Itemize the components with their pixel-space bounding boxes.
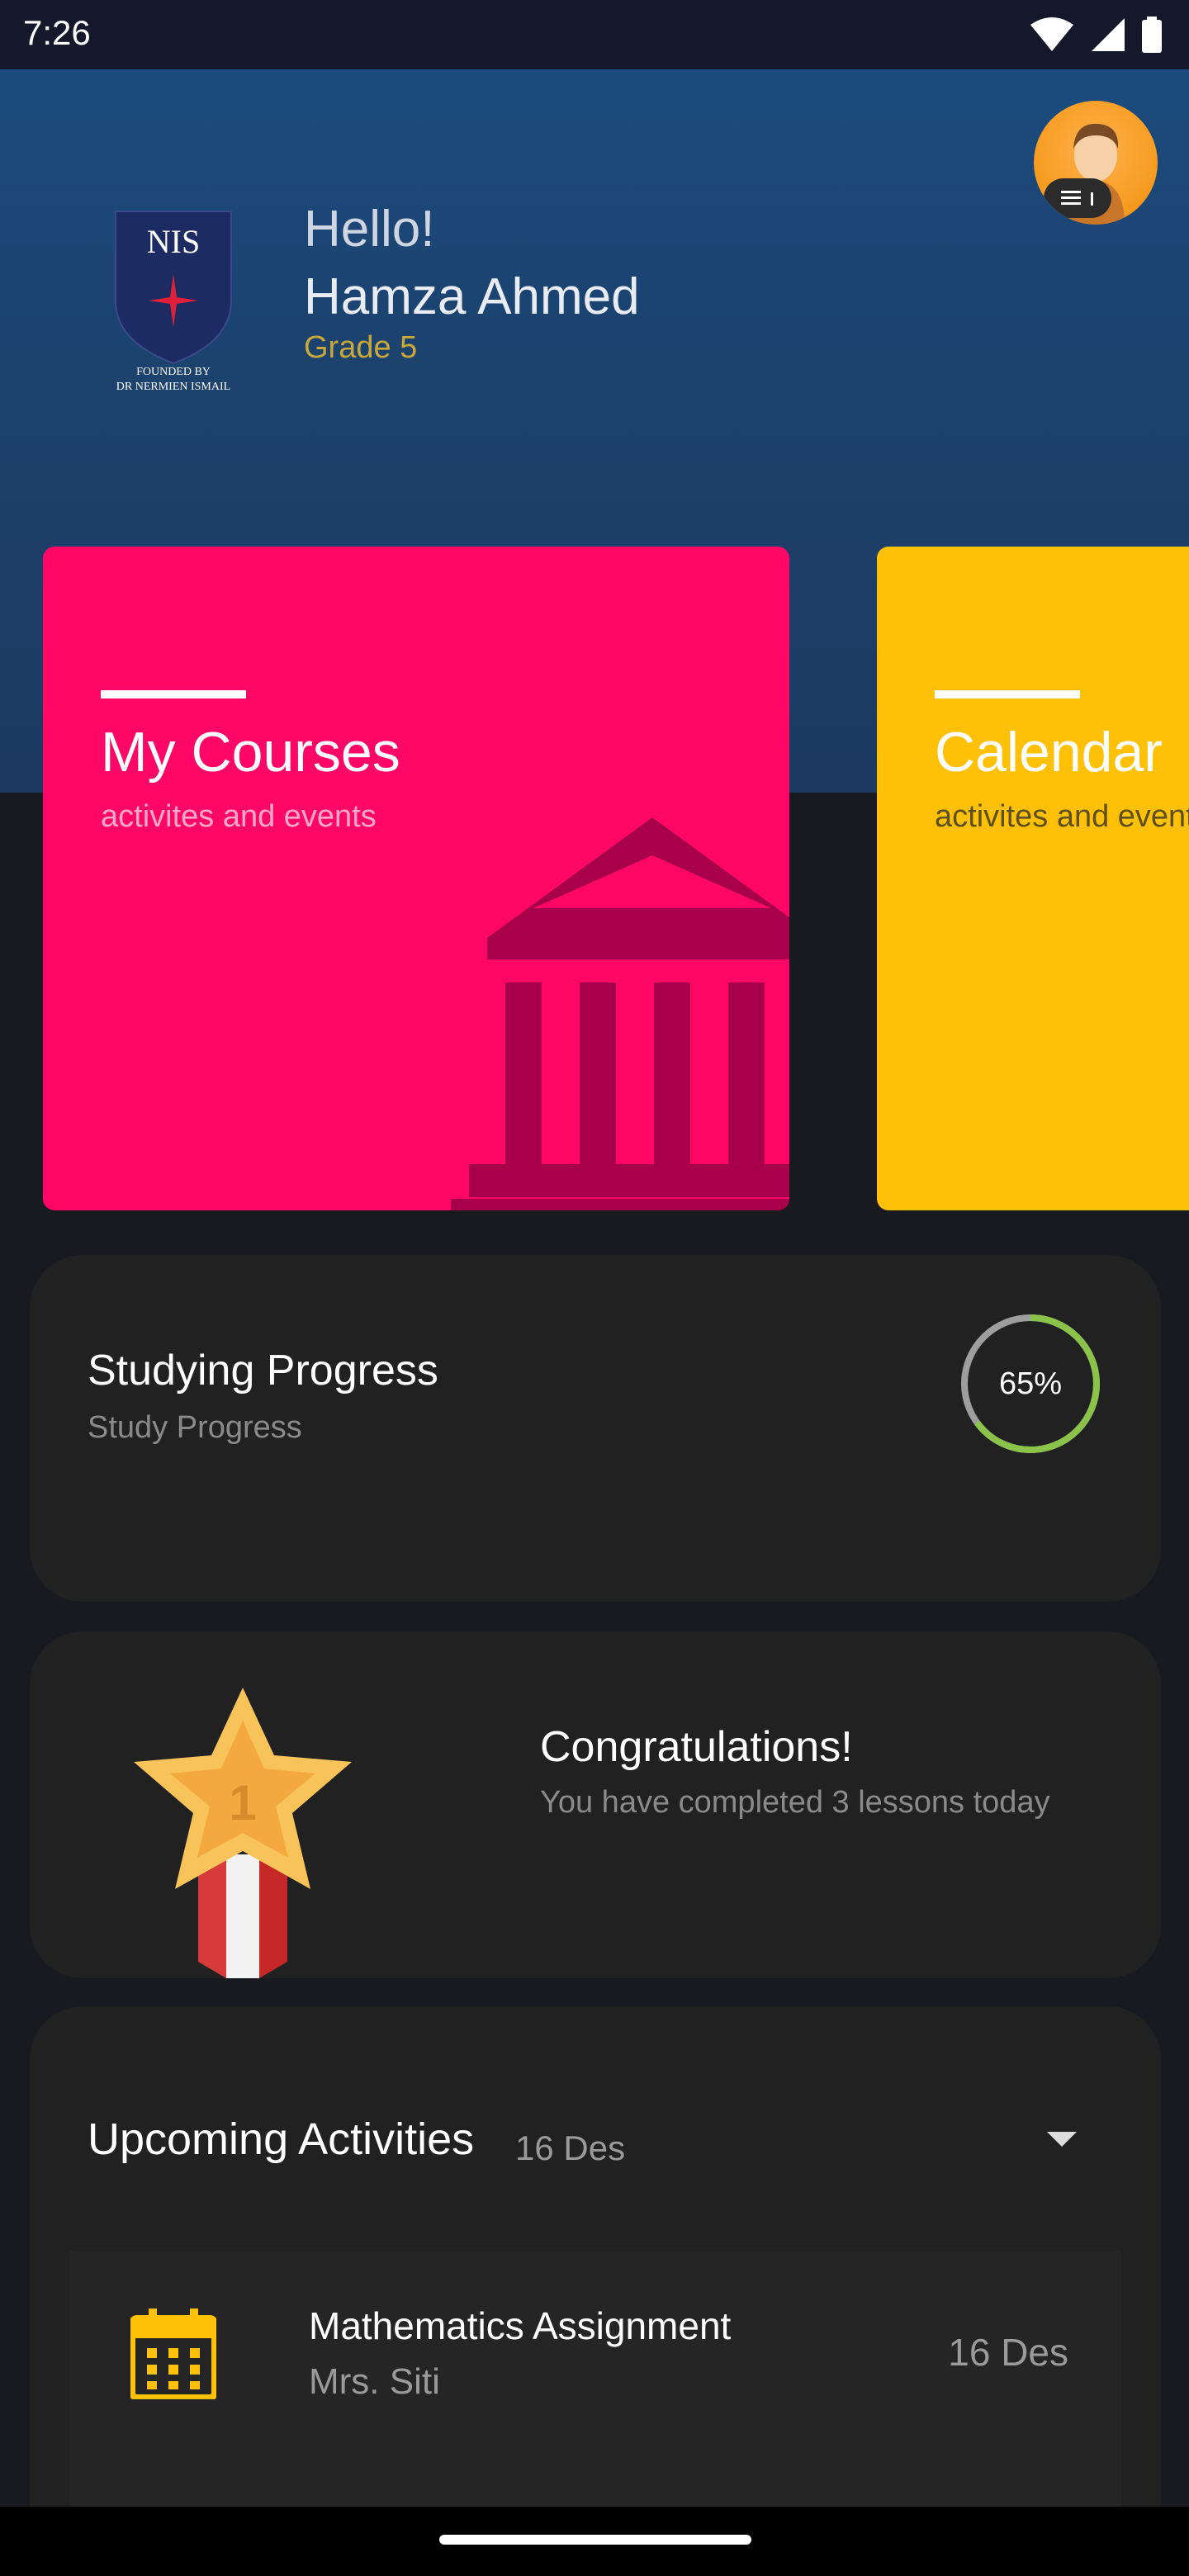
calendar-card[interactable]: Calendar activites and events [877, 547, 1189, 1210]
menu-button[interactable] [1044, 178, 1111, 218]
upcoming-activities-panel: Upcoming Activities 16 Des Mathematics A… [30, 2006, 1161, 2576]
navigation-bar [0, 2507, 1189, 2576]
school-logo: NIS FOUNDED BY DR NERMIEN ISMAIL [115, 211, 232, 391]
congrats-title: Congratulations! [540, 1723, 853, 1771]
card-title: Calendar [935, 721, 1163, 784]
activity-teacher: Mrs. Siti [309, 2361, 440, 2402]
greeting: Hello! [304, 201, 435, 258]
menu-icon [1061, 191, 1093, 206]
card-accent-bar [935, 690, 1080, 698]
user-name: Hamza Ahmed [304, 268, 640, 325]
signal-icon [1092, 18, 1125, 51]
progress-percent: 65% [998, 1366, 1063, 1401]
congrats-message: You have completed 3 lessons today [540, 1785, 1050, 1820]
medal-icon: 1 [134, 1688, 352, 1978]
progress-title: Studying Progress [88, 1347, 438, 1395]
status-bar: 7:26 [0, 0, 1189, 69]
medal-number: 1 [229, 1775, 256, 1830]
my-courses-card[interactable]: My Courses activites and events [43, 547, 789, 1210]
status-time: 7:26 [23, 13, 91, 52]
activity-date: 16 Des [948, 2331, 1068, 2374]
bank-icon [451, 817, 789, 1210]
user-grade: Grade 5 [304, 330, 418, 365]
logo-founded: FOUNDED BY [136, 366, 211, 378]
wifi-icon [1030, 17, 1073, 51]
logo-text: NIS [147, 223, 200, 260]
chevron-down-icon[interactable] [1045, 2122, 1078, 2155]
logo-founder: DR NERMIEN ISMAIL [116, 381, 230, 391]
congratulations-panel: 1 Congratulations! You have completed 3 … [30, 1631, 1161, 1978]
avatar[interactable] [1034, 101, 1158, 225]
card-accent-bar [101, 690, 246, 698]
status-icons [1029, 15, 1163, 54]
card-title: My Courses [101, 721, 400, 784]
card-subtitle: activites and events [101, 799, 377, 834]
progress-subtitle: Study Progress [88, 1410, 302, 1445]
card-subtitle: activites and events [935, 799, 1189, 834]
home-gesture-handle[interactable] [439, 2535, 751, 2545]
activities-title: Upcoming Activities [88, 2114, 475, 2164]
calendar-icon [130, 2308, 216, 2399]
activities-date: 16 Des [515, 2129, 626, 2167]
battery-icon [1142, 17, 1162, 53]
studying-progress-panel[interactable]: Studying Progress Study Progress 65% [30, 1255, 1161, 1602]
activity-title: Mathematics Assignment [309, 2304, 732, 2347]
